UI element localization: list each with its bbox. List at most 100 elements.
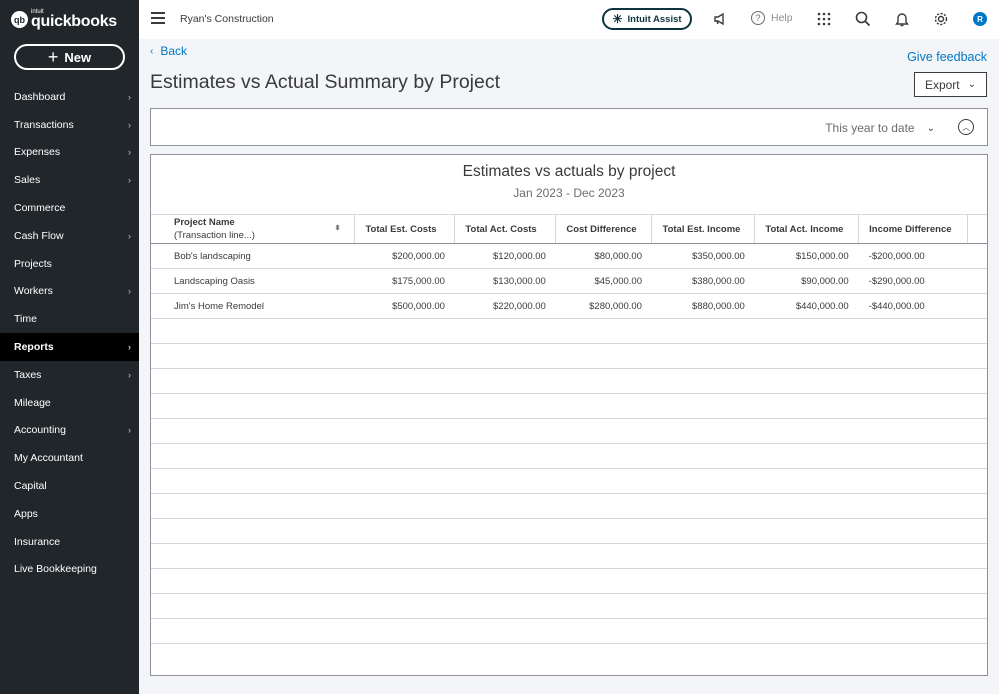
empty-cell	[151, 493, 987, 519]
sidebar-item-label: Time	[14, 313, 37, 326]
table-header-row: Project Name (Transaction line...) ⬍ Tot…	[151, 214, 987, 244]
report-title: Estimates vs actuals by project	[462, 163, 676, 180]
column-header-est-costs[interactable]: Total Est. Costs	[354, 214, 456, 244]
cell-est-costs[interactable]: $175,000.00	[354, 268, 455, 294]
date-range-dropdown[interactable]: This year to date ⌄	[825, 121, 935, 135]
help-button[interactable]: ? Help	[751, 11, 793, 25]
sidebar-item-transactions[interactable]: Transactions ›	[0, 111, 139, 139]
megaphone-icon[interactable]	[711, 10, 729, 28]
user-avatar[interactable]: R	[973, 12, 987, 26]
empty-row	[151, 393, 987, 419]
back-link[interactable]: ‹ Back	[150, 44, 187, 58]
cell-act-income[interactable]: $150,000.00	[754, 243, 859, 269]
quickbooks-logo[interactable]: qb intuit quickbooks	[11, 9, 117, 30]
empty-cell	[151, 393, 987, 419]
column-header-est-income[interactable]: Total Est. Income	[651, 214, 756, 244]
sidebar-item-sales[interactable]: Sales ›	[0, 166, 139, 194]
cell-act-costs[interactable]: $120,000.00	[454, 243, 556, 269]
cell-cost-diff[interactable]: $280,000.00	[555, 293, 652, 319]
sidebar-item-label: Reports	[14, 341, 54, 354]
cell-est-income[interactable]: $380,000.00	[651, 268, 755, 294]
sidebar-item-my-accountant[interactable]: My Accountant	[0, 444, 139, 472]
sidebar-item-capital[interactable]: Capital	[0, 472, 139, 500]
filter-bar: This year to date ⌄ ︿	[150, 108, 988, 146]
qb-logo-icon: qb	[11, 11, 28, 28]
empty-cell	[151, 343, 987, 369]
cell-project: Jim's Home Remodel	[151, 293, 355, 319]
cell-cost-diff[interactable]: $80,000.00	[555, 243, 652, 269]
column-header-project[interactable]: Project Name (Transaction line...) ⬍	[151, 214, 356, 244]
gear-icon[interactable]	[932, 10, 950, 28]
report-table: Project Name (Transaction line...) ⬍ Tot…	[151, 214, 987, 644]
cell-project: Bob's landscaping	[151, 243, 355, 269]
apps-grid-icon[interactable]	[815, 10, 833, 28]
sidebar-item-taxes[interactable]: Taxes ›	[0, 361, 139, 389]
sidebar-item-cash-flow[interactable]: Cash Flow ›	[0, 222, 139, 250]
sidebar-item-projects[interactable]: Projects	[0, 250, 139, 278]
cell-act-costs[interactable]: $130,000.00	[454, 268, 556, 294]
sidebar-item-reports[interactable]: Reports ›	[0, 333, 139, 361]
table-row[interactable]: Landscaping Oasis $175,000.00 $130,000.00 $…	[151, 268, 987, 294]
sidebar-item-accounting[interactable]: Accounting ›	[0, 417, 139, 445]
sidebar-item-label: Mileage	[14, 396, 51, 409]
help-label: Help	[771, 12, 793, 24]
collapse-up-icon[interactable]: ︿	[958, 119, 974, 135]
export-label: Export	[924, 77, 960, 92]
chevron-down-icon: ⌄	[926, 122, 935, 134]
sidebar-item-label: Dashboard	[14, 90, 66, 103]
help-icon: ?	[751, 11, 765, 25]
sidebar-item-apps[interactable]: Apps	[0, 500, 139, 528]
cell-income-diff[interactable]: -$290,000.00	[858, 268, 968, 294]
cell-act-income[interactable]: $440,000.00	[754, 293, 859, 319]
table-row[interactable]: Bob's landscaping $200,000.00 $120,000.00 $…	[151, 243, 987, 269]
export-button[interactable]: Export ⌄	[914, 72, 987, 97]
cell-est-income[interactable]: $880,000.00	[651, 293, 755, 319]
empty-cell	[151, 468, 987, 494]
empty-row	[151, 518, 987, 544]
sidebar-item-expenses[interactable]: Expenses ›	[0, 139, 139, 167]
empty-row	[151, 618, 987, 644]
company-name: Ryan's Construction	[180, 13, 274, 25]
sparkle-icon: ✳	[612, 12, 623, 26]
cell-income-diff[interactable]: -$440,000.00	[858, 293, 968, 319]
column-header-cost-diff[interactable]: Cost Difference	[555, 214, 653, 244]
new-button[interactable]: + New	[14, 44, 125, 70]
chevron-right-icon: ›	[128, 147, 131, 158]
sidebar-item-insurance[interactable]: Insurance	[0, 528, 139, 556]
table-row[interactable]: Jim's Home Remodel $500,000.00 $220,000.00…	[151, 293, 987, 319]
chevron-right-icon: ›	[128, 342, 131, 353]
empty-cell	[151, 518, 987, 544]
sort-icon[interactable]: ⬍	[335, 224, 341, 234]
search-icon[interactable]	[854, 10, 872, 28]
cell-income-diff[interactable]: -$200,000.00	[858, 243, 968, 269]
empty-row	[151, 418, 987, 444]
empty-cell	[151, 443, 987, 469]
sidebar-item-workers[interactable]: Workers ›	[0, 278, 139, 306]
empty-cell	[151, 568, 987, 594]
hamburger-menu-icon[interactable]	[151, 12, 165, 24]
sidebar-item-time[interactable]: Time	[0, 305, 139, 333]
cell-cost-diff[interactable]: $45,000.00	[555, 268, 652, 294]
sidebar-item-dashboard[interactable]: Dashboard ›	[0, 83, 139, 111]
cell-est-income[interactable]: $350,000.00	[651, 243, 755, 269]
date-range-value: This year to date	[825, 121, 915, 135]
intuit-assist-button[interactable]: ✳ Intuit Assist	[602, 8, 692, 30]
give-feedback-link[interactable]: Give feedback	[907, 50, 987, 64]
sidebar-item-label: Insurance	[14, 535, 61, 548]
logo-wordmark: quickbooks	[31, 13, 117, 30]
cell-act-costs[interactable]: $220,000.00	[454, 293, 556, 319]
cell-est-costs[interactable]: $200,000.00	[354, 243, 455, 269]
column-header-income-diff[interactable]: Income Difference	[858, 214, 968, 244]
bell-icon[interactable]	[893, 10, 911, 28]
column-header-act-costs[interactable]: Total Act. Costs	[454, 214, 557, 244]
empty-cell	[151, 593, 987, 619]
sidebar-item-commerce[interactable]: Commerce	[0, 194, 139, 222]
chevron-right-icon: ›	[128, 286, 131, 297]
sidebar-item-label: Transactions	[14, 118, 74, 131]
sidebar-item-live-bookkeeping[interactable]: Live Bookkeeping	[0, 556, 139, 584]
cell-act-income[interactable]: $90,000.00	[754, 268, 859, 294]
cell-est-costs[interactable]: $500,000.00	[354, 293, 455, 319]
column-header-act-income[interactable]: Total Act. Income	[754, 214, 860, 244]
sidebar-item-label: Sales	[14, 174, 41, 187]
sidebar-item-mileage[interactable]: Mileage	[0, 389, 139, 417]
